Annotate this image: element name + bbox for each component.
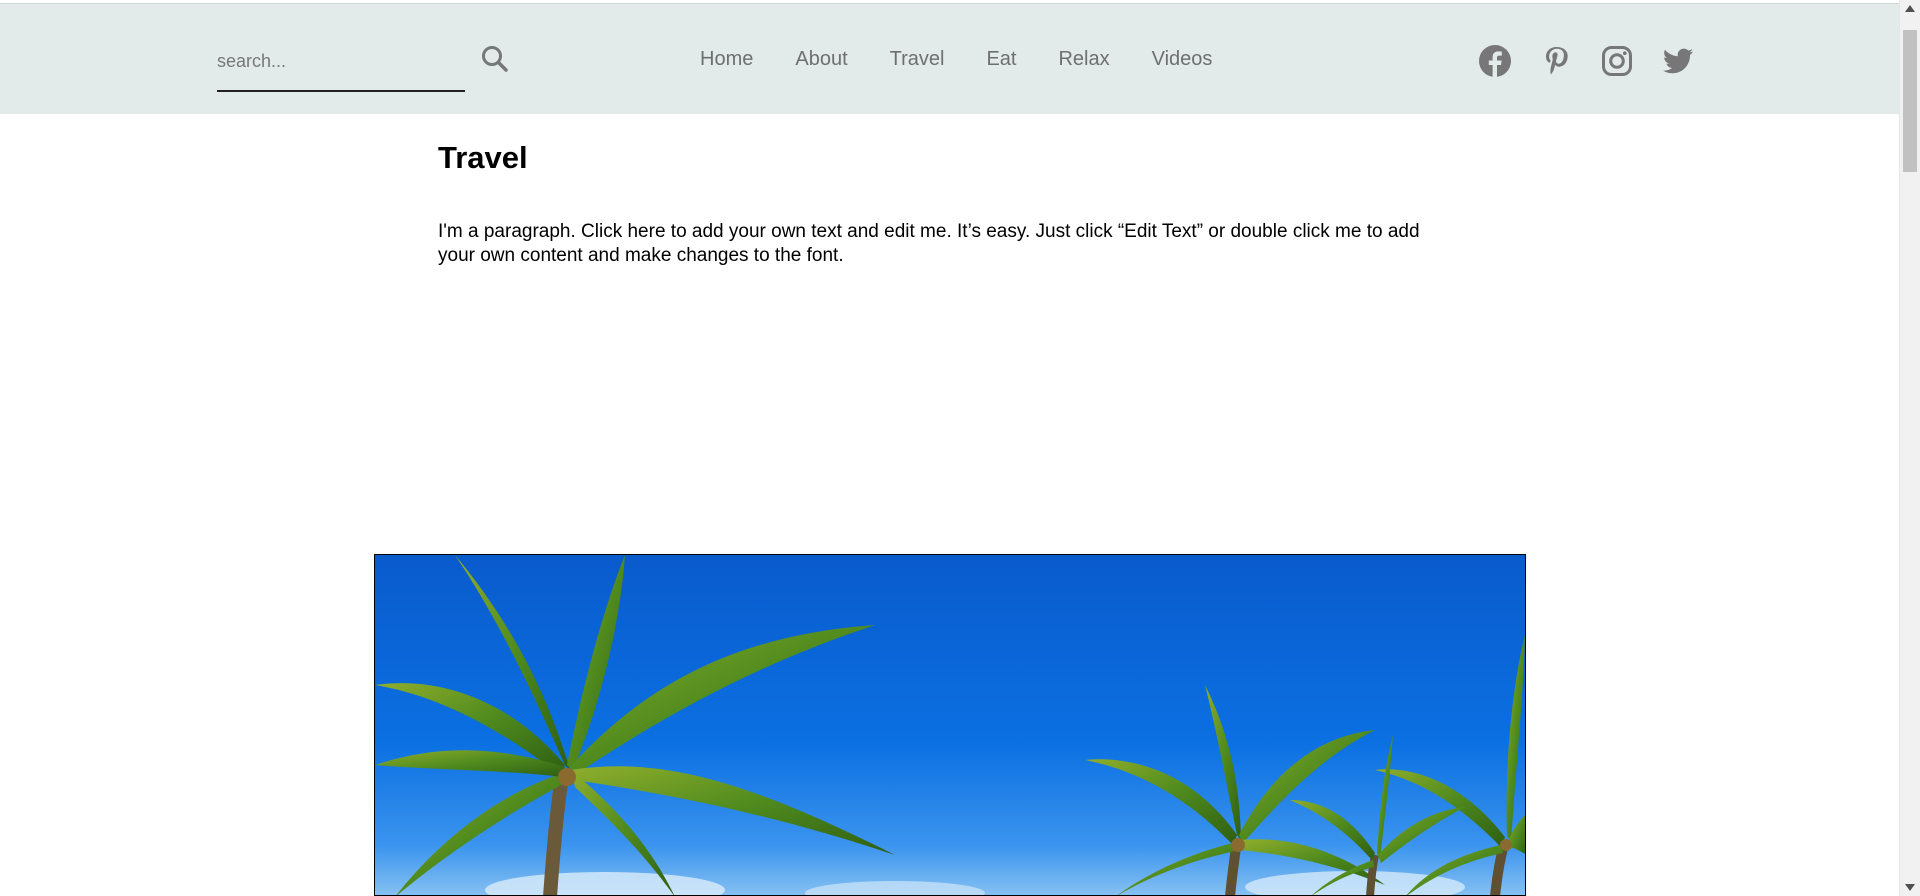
scroll-down-arrow-icon[interactable] (1905, 884, 1915, 891)
instagram-link[interactable] (1600, 44, 1634, 78)
nav-item-eat[interactable]: Eat (986, 48, 1016, 71)
search-input[interactable] (217, 46, 457, 76)
hero-image (374, 554, 1526, 896)
twitter-icon (1663, 48, 1693, 74)
nav-item-relax[interactable]: Relax (1058, 48, 1109, 71)
nav-item-videos[interactable]: Videos (1152, 48, 1213, 71)
site-header: Home About Travel Eat Relax Videos (0, 3, 1899, 114)
search-icon (482, 46, 508, 72)
page-title: Travel (438, 140, 528, 175)
twitter-link[interactable] (1661, 44, 1695, 78)
scroll-up-arrow-icon[interactable] (1905, 5, 1915, 12)
social-links (1478, 42, 1722, 80)
facebook-link[interactable] (1478, 44, 1512, 78)
pinterest-link[interactable] (1539, 44, 1573, 78)
palm-trees-image (375, 555, 1525, 895)
nav-item-about[interactable]: About (795, 48, 847, 71)
nav-item-home[interactable]: Home (700, 48, 753, 71)
nav-item-travel[interactable]: Travel (890, 48, 945, 71)
page: Home About Travel Eat Relax Videos (0, 0, 1920, 896)
search-box[interactable] (217, 34, 465, 92)
intro-paragraph: I'm a paragraph. Click here to add your … (438, 221, 1420, 266)
instagram-icon (1602, 46, 1632, 76)
pinterest-icon (1546, 47, 1568, 75)
facebook-icon (1479, 45, 1511, 78)
main-nav: Home About Travel Eat Relax Videos (700, 4, 1254, 115)
vertical-scrollbar[interactable] (1899, 0, 1920, 896)
scroll-thumb[interactable] (1903, 30, 1917, 172)
search-button[interactable] (480, 44, 510, 74)
